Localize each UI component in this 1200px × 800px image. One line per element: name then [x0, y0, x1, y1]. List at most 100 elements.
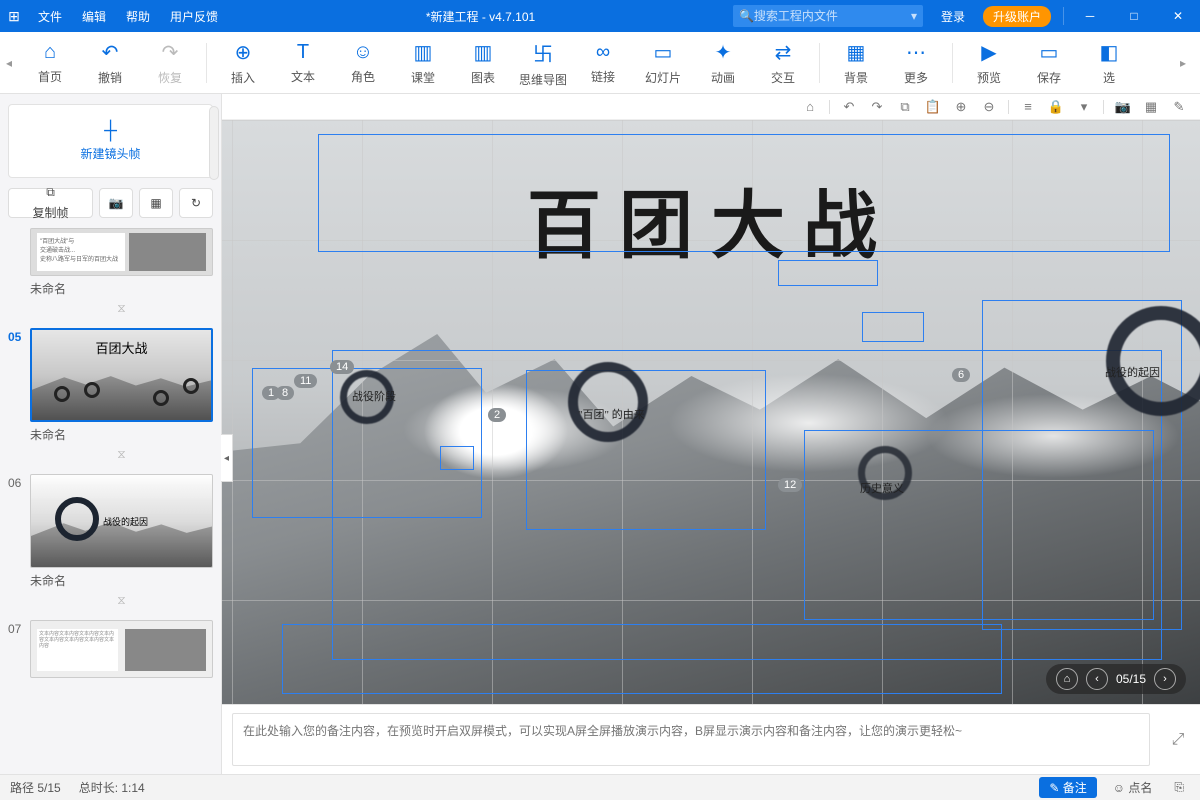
ribbon-选-button[interactable]: ◧选: [1079, 35, 1139, 91]
statusbar: 路径 5/15 总时长: 1:14 ✎ 备注 ☺ 点名 ⎘: [0, 774, 1200, 800]
ribbon-scroll-left-icon[interactable]: ◂: [6, 56, 20, 70]
ribbon-保存-button[interactable]: ▭保存: [1019, 35, 1079, 91]
camera-button[interactable]: 📷: [99, 188, 133, 218]
课堂-icon: ▥: [414, 40, 433, 65]
selection-box[interactable]: [862, 312, 924, 342]
expand-notes-icon[interactable]: ⤢: [1156, 705, 1200, 774]
maximize-button[interactable]: □: [1112, 0, 1156, 32]
transition-icon[interactable]: ⧖: [30, 445, 213, 470]
layers-icon[interactable]: ▦: [1140, 99, 1162, 115]
ribbon-角色-button[interactable]: ☺角色: [333, 35, 393, 91]
ribbon-撤销-button[interactable]: ↶撤销: [80, 35, 140, 91]
角色-icon: ☺: [353, 41, 373, 64]
order-badge[interactable]: 8: [276, 386, 294, 400]
circle-label: "百团" 的由来: [578, 406, 645, 422]
search-icon: 🔍: [739, 9, 754, 23]
thumb-label: 未命名: [30, 422, 213, 445]
thumbnail-item[interactable]: 05 百团大战 未命名 ⧖: [8, 328, 213, 470]
snapshot-icon[interactable]: 📷: [1112, 99, 1134, 115]
thumbnail-item[interactable]: "百团大战"与交通破击战...史称八路军与日军的百团大战 未命名 ⧖: [8, 228, 213, 324]
图表-icon: ▥: [474, 40, 493, 65]
预览-icon: ▶: [981, 40, 996, 65]
order-badge[interactable]: 6: [952, 368, 970, 382]
refresh-button[interactable]: ↻: [179, 188, 213, 218]
menu-edit[interactable]: 编辑: [72, 0, 116, 32]
qr-button[interactable]: ▦: [139, 188, 173, 218]
ribbon-交互-button[interactable]: ⇄交互: [753, 35, 813, 91]
ribbon-图表-button[interactable]: ▥图表: [453, 35, 513, 91]
export-icon[interactable]: ⎘: [1168, 780, 1190, 795]
copy-icon: ⧉: [46, 185, 55, 200]
order-badge[interactable]: 11: [294, 374, 317, 388]
ribbon-链接-button[interactable]: ∞链接: [573, 35, 633, 91]
transition-icon[interactable]: ⧖: [30, 591, 213, 616]
thumbnail-item[interactable]: 07 文本内容文本内容文本内容文本内容文本内容文本内容文本内容文本内容: [8, 620, 213, 678]
login-button[interactable]: 登录: [931, 0, 975, 32]
home-icon[interactable]: ⌂: [799, 99, 821, 114]
canvas[interactable]: 百团大战 战役阶段 "百团" 的由来 战役的起因: [222, 120, 1200, 704]
slide-nav-capsule: ⌂ ‹ 05/15 ›: [1046, 664, 1186, 694]
dropdown-icon[interactable]: ▾: [911, 9, 917, 23]
zoom-out-icon[interactable]: ⊖: [978, 99, 1000, 115]
order-badge[interactable]: 12: [778, 478, 802, 492]
collapse-sidebar-button[interactable]: ◂: [221, 434, 233, 482]
ribbon-更多-button[interactable]: ⋯更多: [886, 35, 946, 91]
menu-feedback[interactable]: 用户反馈: [160, 0, 228, 32]
order-badge[interactable]: 2: [488, 408, 506, 422]
文本-icon: T: [297, 41, 309, 64]
ribbon-首页-button[interactable]: ⌂首页: [20, 35, 80, 91]
rotate-left-icon[interactable]: ↶: [838, 99, 860, 115]
menu-file[interactable]: 文件: [28, 0, 72, 32]
transition-icon[interactable]: ⧖: [30, 299, 213, 324]
ribbon-文本-button[interactable]: T文本: [273, 35, 333, 91]
order-badge[interactable]: 14: [330, 360, 354, 374]
动画-icon: ✦: [715, 40, 732, 65]
circle-label: 战役阶段: [352, 388, 396, 404]
rotate-right-icon[interactable]: ↷: [866, 99, 888, 115]
camera-icon: 📷: [109, 196, 124, 210]
ribbon-课堂-button[interactable]: ▥课堂: [393, 35, 453, 91]
upgrade-button[interactable]: 升级账户: [983, 6, 1051, 27]
new-frame-button[interactable]: ┼ 新建镜头帧: [8, 104, 213, 178]
menu-help[interactable]: 帮助: [116, 0, 160, 32]
选-icon: ◧: [1100, 40, 1119, 65]
new-frame-label: 新建镜头帧: [80, 145, 140, 162]
copy-icon[interactable]: ⧉: [894, 99, 916, 115]
nav-next-icon[interactable]: ›: [1154, 668, 1176, 690]
更多-icon: ⋯: [906, 40, 926, 65]
thumb-label: 未命名: [30, 568, 213, 591]
nav-home-icon[interactable]: ⌂: [1056, 668, 1078, 690]
refresh-icon: ↻: [191, 196, 201, 210]
ribbon-预览-button[interactable]: ▶预览: [959, 35, 1019, 91]
ribbon-scroll-right-icon[interactable]: ▸: [1180, 56, 1194, 70]
nav-prev-icon[interactable]: ‹: [1086, 668, 1108, 690]
thumbnail-item[interactable]: 06 战役的起因 未命名 ⧖: [8, 474, 213, 616]
ribbon-动画-button[interactable]: ✦动画: [693, 35, 753, 91]
align-icon[interactable]: ≡: [1017, 99, 1039, 114]
ribbon-幻灯片-button[interactable]: ▭幻灯片: [633, 35, 693, 91]
chevron-down-icon[interactable]: ▾: [1073, 99, 1095, 115]
paste-icon[interactable]: 📋: [922, 99, 944, 115]
search-input[interactable]: [754, 9, 911, 23]
ribbon-背景-button[interactable]: ▦背景: [826, 35, 886, 91]
search-box[interactable]: 🔍 ▾: [733, 5, 923, 27]
mode-notes-button[interactable]: ✎ 备注: [1039, 777, 1096, 798]
ribbon-插入-button[interactable]: ⊕插入: [213, 35, 273, 91]
main-area: ◂ ⌂ ↶ ↷ ⧉ 📋 ⊕ ⊖ ≡ 🔒 ▾ 📷 ▦ ✎ 百团大战: [222, 94, 1200, 774]
ink-circle[interactable]: [568, 362, 648, 442]
sidebar-scrollbar[interactable]: [209, 106, 219, 180]
minimize-button[interactable]: ─: [1068, 0, 1112, 32]
notes-input[interactable]: [232, 713, 1150, 766]
ribbon-思维导图-button[interactable]: 卐思维导图: [513, 35, 573, 91]
zoom-in-icon[interactable]: ⊕: [950, 99, 972, 115]
notes-panel: ⤢: [222, 704, 1200, 774]
edit-icon[interactable]: ✎: [1168, 99, 1190, 115]
slide-title[interactable]: 百团大战: [222, 166, 1200, 273]
ribbon-恢复-button[interactable]: ↷恢复: [140, 35, 200, 91]
copy-frame-button[interactable]: ⧉复制帧: [8, 188, 93, 218]
canvas-toolbar: ⌂ ↶ ↷ ⧉ 📋 ⊕ ⊖ ≡ 🔒 ▾ 📷 ▦ ✎: [222, 94, 1200, 120]
close-button[interactable]: ✕: [1156, 0, 1200, 32]
lock-icon[interactable]: 🔒: [1045, 99, 1067, 115]
撤销-icon: ↶: [102, 40, 119, 65]
mode-roll-button[interactable]: ☺ 点名: [1103, 777, 1163, 798]
